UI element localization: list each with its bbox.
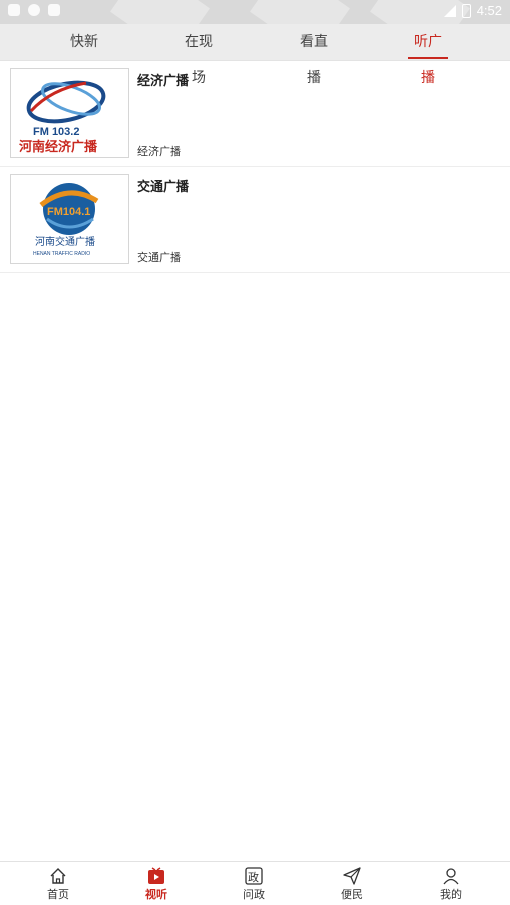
nav-wenzheng-label: 问政: [243, 888, 265, 901]
logo-caption: 河南交通广播: [35, 235, 95, 248]
signal-icon: [443, 4, 456, 17]
status-bar: 4:52: [0, 0, 510, 24]
nav-wenzheng[interactable]: 政 问政: [224, 862, 284, 905]
nav-shiting[interactable]: 视听: [126, 862, 186, 905]
logo-text: FM104.1: [47, 206, 90, 218]
station-title: 交通广播: [137, 180, 190, 195]
tab-zaixianchang[interactable]: 在现场: [179, 24, 219, 86]
nav-home[interactable]: 首页: [28, 862, 88, 905]
category-tabs: 快新闻 在现场 看直播 听广播: [0, 24, 510, 86]
svg-text:政: 政: [248, 870, 259, 884]
station-row-jiaotong[interactable]: FM104.1 河南交通广播 HENAN TRAFFIC RADIO 交通广播 …: [0, 167, 510, 273]
station-logo-jiaotong: FM104.1 河南交通广播 HENAN TRAFFIC RADIO: [10, 174, 129, 264]
play-icon: [148, 867, 164, 884]
nav-wode-label: 我的: [440, 888, 462, 901]
nav-bianmin-label: 便民: [341, 888, 363, 901]
image-notification-icon: [48, 4, 60, 16]
nav-shiting-label: 视听: [145, 888, 167, 901]
notification-icon: [8, 4, 20, 16]
tab-kuaixinwen[interactable]: 快新闻: [64, 24, 104, 86]
home-icon: [50, 868, 66, 884]
tab-tingguangbo[interactable]: 听广播: [408, 24, 448, 86]
station-row-jingji[interactable]: FM 103.2 河南经济广播 经济广播 经济广播: [0, 61, 510, 167]
nav-wode[interactable]: 我的: [421, 862, 481, 905]
station-title: 经济广播: [137, 74, 190, 89]
user-icon: [443, 868, 459, 885]
station-list: FM 103.2 河南经济广播 经济广播 经济广播 FM104.1 河南交通广播…: [0, 61, 510, 273]
station-subtitle: 交通广播: [137, 251, 181, 264]
send-icon: [343, 867, 361, 885]
tab-kanzhibo[interactable]: 看直播: [294, 24, 334, 86]
logo-text: FM 103.2: [33, 126, 79, 138]
zheng-icon: 政: [245, 867, 263, 885]
nav-bianmin[interactable]: 便民: [322, 862, 382, 905]
app-notification-icon: [28, 4, 40, 16]
nav-home-label: 首页: [47, 888, 69, 901]
bottom-nav: 首页 视听 政 问政 便民 我的: [0, 861, 510, 905]
station-subtitle: 经济广播: [137, 145, 181, 158]
station-logo-jingji: FM 103.2 河南经济广播: [10, 68, 129, 158]
logo-caption: 河南经济广播: [19, 139, 98, 155]
status-time: 4:52: [476, 3, 502, 18]
logo-caption-en: HENAN TRAFFIC RADIO: [33, 251, 90, 257]
battery-icon: [461, 3, 471, 18]
